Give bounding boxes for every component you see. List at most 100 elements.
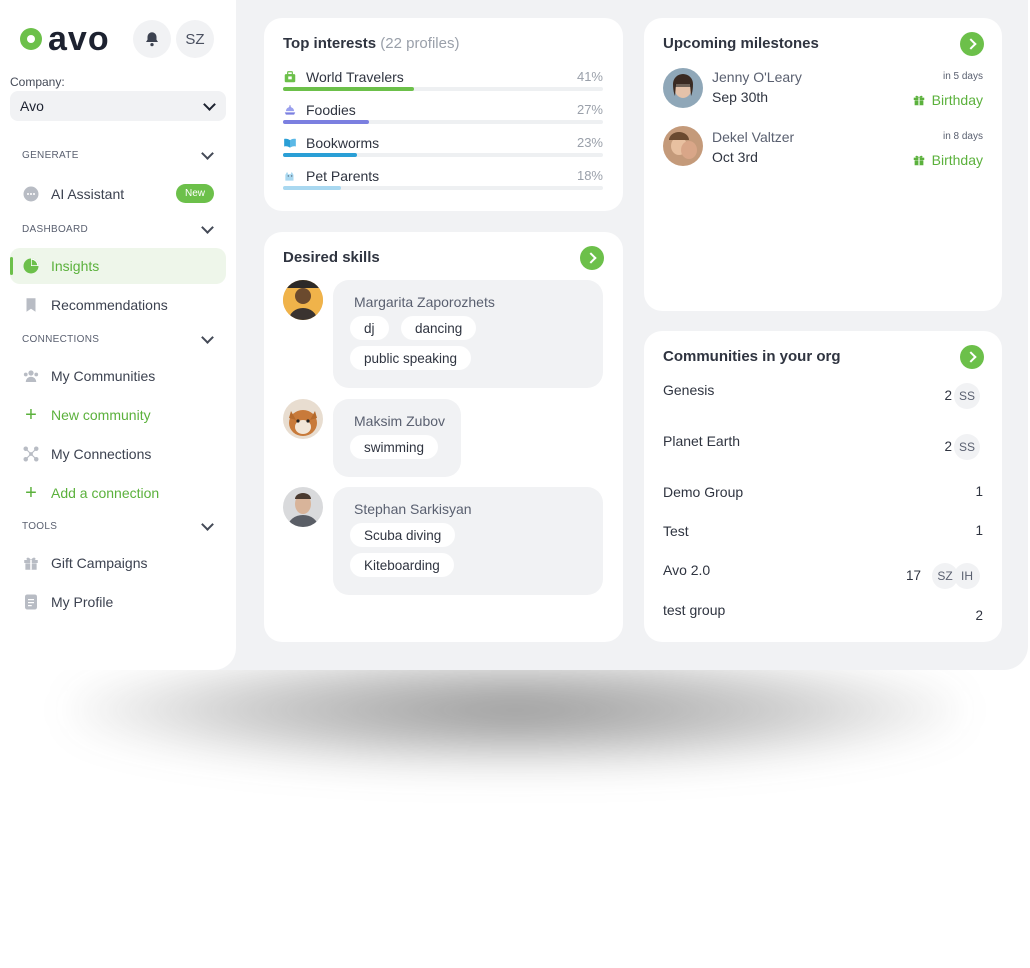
sidebar-item-label: Add a connection (51, 485, 160, 501)
person-name[interactable]: Margarita Zaporozhets (354, 294, 495, 310)
milestone-type-label: Birthday (931, 152, 983, 168)
person-name[interactable]: Stephan Sarkisyan (354, 501, 472, 517)
app-window: avo SZ Company: Avo GENERATE AI Assistan… (0, 0, 1028, 670)
avatar[interactable] (663, 126, 703, 166)
book-icon (283, 136, 297, 150)
top-interests-card: Top interests (22 profiles) World Travel… (264, 18, 623, 211)
milestone-type: Birthday (912, 152, 983, 168)
member-avatar[interactable]: IH (954, 563, 980, 589)
chat-bubble-icon (22, 185, 40, 203)
member-avatar[interactable]: SS (954, 383, 980, 409)
interest-row[interactable]: Pet Parents 18% (283, 168, 603, 194)
company-select[interactable]: Avo (10, 91, 226, 121)
chevron-right-icon (964, 351, 977, 363)
interest-row[interactable]: Bookworms 23% (283, 135, 603, 161)
bookmark-icon (22, 296, 40, 314)
sidebar-item-my-connections[interactable]: My Connections (10, 436, 226, 472)
community-member-count: 2 (944, 439, 952, 454)
chevron-right-icon (584, 252, 597, 264)
milestone-type-label: Birthday (931, 92, 983, 108)
section-connections[interactable]: CONNECTIONS (22, 331, 218, 345)
interest-percent: 23% (576, 135, 603, 150)
avatar[interactable] (283, 280, 323, 320)
company-value: Avo (20, 98, 44, 114)
community-name[interactable]: Genesis (663, 382, 714, 398)
sidebar-item-my-profile[interactable]: My Profile (10, 584, 226, 620)
sidebar-item-insights[interactable]: Insights (10, 248, 226, 284)
desired-skills-open-button[interactable] (580, 246, 604, 270)
top-interests-title: Top interests (22 profiles) (283, 35, 459, 52)
sidebar-item-recommendations[interactable]: Recommendations (10, 287, 226, 323)
chevron-down-icon (201, 518, 214, 531)
community-name[interactable]: Demo Group (663, 484, 743, 500)
communities-card: Communities in your org Genesis 2 SS Pla… (644, 331, 1002, 642)
user-avatar-button[interactable]: SZ (176, 20, 214, 58)
section-tools[interactable]: TOOLS (22, 518, 218, 532)
interest-progress-fill (283, 120, 370, 124)
brand-name: avo (48, 20, 110, 58)
communities-open-button[interactable] (960, 345, 984, 369)
sidebar-item-new-community[interactable]: + New community (10, 397, 226, 433)
plate-icon (283, 103, 297, 117)
community-name[interactable]: Planet Earth (663, 433, 740, 449)
interest-label: Bookworms (283, 135, 379, 151)
interest-name: Foodies (306, 102, 356, 118)
interest-progress-fill (283, 186, 341, 190)
desired-skills-title: Desired skills (283, 249, 380, 266)
skill-card: Margarita Zaporozhets dj dancing public … (333, 280, 603, 388)
skill-chip[interactable]: dancing (401, 316, 477, 340)
person-name[interactable]: Maksim Zubov (354, 413, 445, 429)
sidebar-item-gift-campaigns[interactable]: Gift Campaigns (10, 545, 226, 581)
milestones-open-button[interactable] (960, 32, 984, 56)
skill-chip[interactable]: swimming (350, 435, 439, 459)
interest-row[interactable]: Foodies 27% (283, 102, 603, 128)
avatar[interactable] (283, 399, 323, 439)
community-name[interactable]: test group (663, 602, 725, 618)
skill-chip[interactable]: dj (350, 316, 389, 340)
sidebar-item-my-communities[interactable]: My Communities (10, 358, 226, 394)
sidebar-item-ai-assistant[interactable]: AI Assistant New (10, 176, 226, 212)
interest-label: World Travelers (283, 69, 404, 85)
community-member-count: 2 (975, 608, 983, 623)
skill-chip[interactable]: Kiteboarding (350, 553, 454, 577)
sidebar-item-label: Recommendations (51, 297, 168, 313)
avocado-logo-icon (20, 28, 42, 50)
milestone-countdown: in 8 days (942, 131, 983, 142)
gift-icon (913, 155, 924, 166)
profile-card-icon (22, 593, 40, 611)
milestone-date: Oct 3rd (712, 149, 758, 165)
section-generate-label: GENERATE (22, 150, 79, 161)
pie-chart-icon (22, 257, 40, 275)
section-generate[interactable]: GENERATE (22, 147, 218, 161)
interest-progress-track (283, 120, 603, 124)
milestone-person-name[interactable]: Dekel Valtzer (712, 129, 794, 145)
chevron-down-icon (201, 147, 214, 160)
milestones-title: Upcoming milestones (663, 35, 819, 52)
milestone-person-name[interactable]: Jenny O'Leary (712, 69, 802, 85)
milestone-date: Sep 30th (712, 89, 769, 105)
avatar[interactable] (663, 68, 703, 108)
interest-name: Bookworms (306, 135, 380, 151)
interest-row[interactable]: World Travelers 41% (283, 69, 603, 95)
communities-title: Communities in your org (663, 348, 841, 365)
logo[interactable]: avo (20, 20, 110, 58)
milestone-type: Birthday (912, 92, 983, 108)
section-dashboard[interactable]: DASHBOARD (22, 221, 218, 235)
skill-chip[interactable]: public speaking (350, 346, 472, 370)
community-name[interactable]: Test (663, 523, 689, 539)
community-name[interactable]: Avo 2.0 (663, 562, 710, 578)
interest-label: Pet Parents (283, 168, 379, 184)
sidebar-item-label: Insights (51, 258, 100, 274)
community-member-count: 17 (905, 568, 921, 583)
section-tools-label: TOOLS (22, 521, 58, 532)
notifications-button[interactable] (133, 20, 171, 58)
member-avatar[interactable]: SS (954, 434, 980, 460)
avatar[interactable] (283, 487, 323, 527)
skill-chip[interactable]: Scuba diving (350, 523, 456, 547)
sidebar-item-add-connection[interactable]: + Add a connection (10, 475, 226, 511)
skill-card: Stephan Sarkisyan Scuba diving Kiteboard… (333, 487, 603, 595)
profiles-count: (22 profiles) (380, 35, 460, 52)
suitcase-icon (283, 70, 297, 84)
interest-name: Pet Parents (306, 168, 380, 184)
community-member-count: 1 (975, 523, 983, 538)
